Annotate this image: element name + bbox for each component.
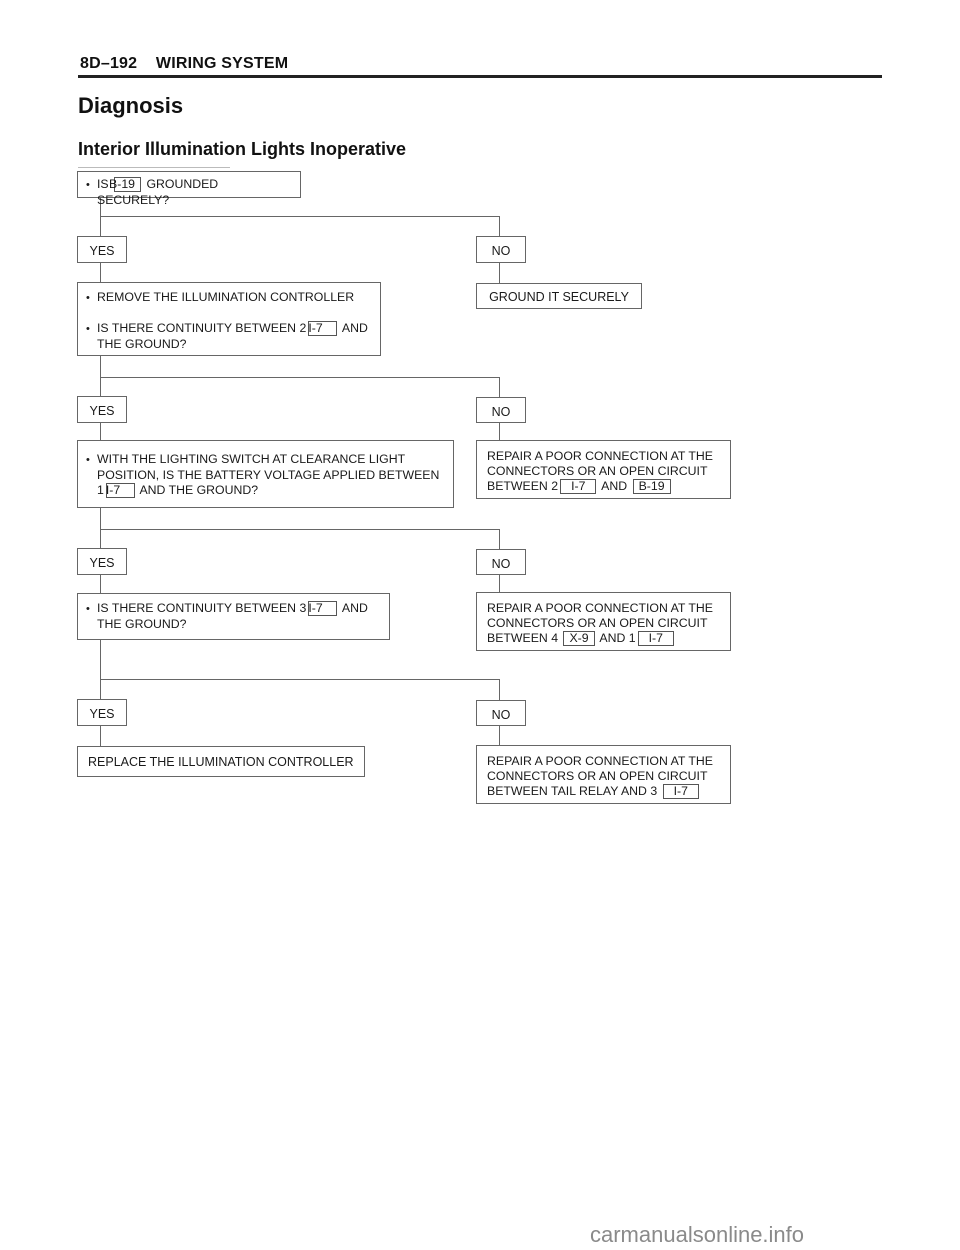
yes-label: YES [77, 548, 127, 575]
connector-line [100, 574, 101, 593]
action-text: REPAIR A POOR CONNECTION AT THE [487, 449, 713, 463]
action-text: BETWEEN 4 [487, 631, 559, 645]
yes-label: YES [77, 699, 127, 726]
connector-line [499, 725, 500, 746]
connector-line [100, 507, 101, 549]
step4-no-action: REPAIR A POOR CONNECTION AT THE CONNECTO… [476, 745, 731, 804]
connector-line [499, 262, 500, 284]
no-label: NO [476, 549, 526, 575]
step3-question-box: WITH THE LIGHTING SWITCH AT CLEARANCE LI… [77, 440, 454, 508]
step1-question: IS B-19 GROUNDED SECURELY? [86, 177, 292, 208]
connector-line [100, 216, 500, 217]
connector-label: I-7 [637, 631, 674, 646]
step3-no-action: REPAIR A POOR CONNECTION AT THE CONNECTO… [476, 592, 731, 651]
watermark: carmanualsonline.info [590, 1222, 805, 1247]
page-number: 8D–192 [80, 55, 138, 72]
step4-yes-action: REPLACE THE ILLUMINATION CONTROLLER [77, 746, 365, 777]
connector-line [499, 216, 500, 237]
step1-no-action: GROUND IT SECURELY [476, 283, 642, 309]
procedure-title: Interior Illumination Lights Inoperative [78, 139, 407, 159]
no-label: NO [476, 700, 526, 726]
connector-line [100, 422, 101, 441]
no-label: NO [476, 236, 526, 263]
yes-label: YES [77, 396, 127, 423]
connector-line [499, 574, 500, 593]
connector-line [100, 262, 101, 282]
no-label: NO [476, 397, 526, 423]
header-rule [78, 75, 882, 78]
connector-line [100, 679, 500, 680]
step1-question-box: IS B-19 GROUNDED SECURELY? [77, 171, 301, 207]
step2-question-box: REMOVE THE ILLUMINATION CONTROLLER IS TH… [77, 282, 381, 356]
step2-question: IS THERE CONTINUITY BETWEEN 2I-7 ANDTHE … [86, 321, 372, 352]
action-text: CONNECTORS OR AN OPEN CIRCUIT [487, 464, 708, 478]
yes-label: YES [77, 236, 127, 263]
action-text: CONNECTORS OR AN OPEN CIRCUIT [487, 616, 708, 630]
connector-line [100, 377, 500, 378]
connector-line [100, 639, 101, 700]
connector-line [499, 679, 500, 700]
connector-label: I-7 [105, 483, 135, 498]
connector-label: I-7 [308, 321, 338, 336]
action-text: AND [601, 479, 628, 493]
action-text: BETWEEN 2 [487, 479, 559, 493]
step4-question-box: IS THERE CONTINUITY BETWEEN 3I-7 ANDTHE … [77, 593, 390, 640]
connector-line [100, 529, 500, 530]
action-text: REPAIR A POOR CONNECTION AT THE [487, 601, 713, 615]
subtitle-rule [78, 167, 230, 168]
action-text: BETWEEN TAIL RELAY AND 3 [487, 784, 658, 798]
connector-label: X-9 [563, 631, 595, 646]
step4-question: IS THERE CONTINUITY BETWEEN 3I-7 ANDTHE … [86, 601, 381, 632]
connector-label: B-19 [109, 177, 142, 192]
connector-line [499, 529, 500, 549]
step2-no-action: REPAIR A POOR CONNECTION AT THE CONNECTO… [476, 440, 731, 499]
action-text: REPAIR A POOR CONNECTION AT THE [487, 754, 713, 768]
section-title: WIRING SYSTEM [155, 55, 289, 72]
page-header: 8D–192 WIRING SYSTEM [80, 55, 288, 73]
action-text: CONNECTORS OR AN OPEN CIRCUIT [487, 769, 708, 783]
connector-line [100, 725, 101, 746]
connector-line [499, 377, 500, 397]
step3-question: WITH THE LIGHTING SWITCH AT CLEARANCE LI… [86, 452, 445, 498]
connector-line [499, 422, 500, 441]
connector-label: I-7 [662, 784, 699, 799]
connector-label: I-7 [560, 479, 597, 494]
connector-label: I-7 [308, 601, 338, 616]
page-title: Diagnosis [78, 93, 184, 118]
step2-instruction: REMOVE THE ILLUMINATION CONTROLLER [86, 290, 372, 306]
connector-line [100, 355, 101, 396]
action-text: AND 1 [599, 631, 636, 645]
connector-label: B-19 [632, 479, 671, 494]
